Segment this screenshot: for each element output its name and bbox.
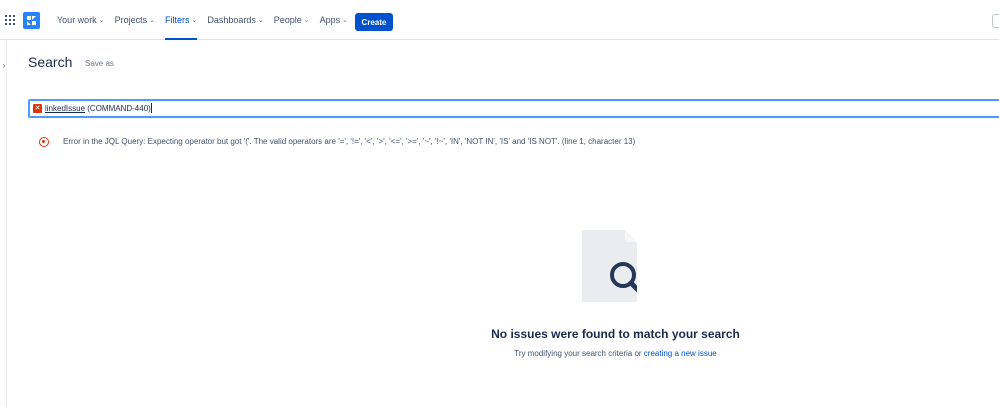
- nav-item-label: Filters: [164, 15, 190, 25]
- jql-query-input[interactable]: ✕ linkedIssue (COMMAND-440): [28, 99, 999, 118]
- nav-projects[interactable]: Projects ⌄: [115, 0, 155, 40]
- nav-dashboards[interactable]: Dashboards ⌄: [207, 0, 263, 40]
- page-title: Search: [28, 54, 73, 70]
- chevron-down-icon: ⌄: [191, 17, 198, 24]
- save-as-button[interactable]: Save as: [85, 59, 114, 68]
- create-new-issue-link[interactable]: creating a new issue: [644, 349, 717, 358]
- jql-arguments: (COMMAND-440): [85, 104, 151, 113]
- nav-filters[interactable]: Filters ⌄: [164, 0, 198, 40]
- nav-item-label: Apps: [319, 15, 341, 25]
- nav-item-label: Projects: [114, 15, 148, 25]
- chevron-down-icon: ⌄: [98, 17, 105, 24]
- empty-state-subtitle: Try modifying your search criteria or cr…: [0, 349, 999, 358]
- empty-state-title: No issues were found to match your searc…: [491, 327, 740, 341]
- nav-item-label: People: [273, 15, 302, 25]
- chevron-down-icon: ⌄: [303, 17, 310, 24]
- empty-state-subtitle-text: Try modifying your search criteria or: [514, 349, 644, 358]
- expand-sidebar-icon[interactable]: ›: [0, 59, 8, 71]
- jql-query-text[interactable]: linkedIssue (COMMAND-440): [45, 103, 152, 113]
- top-navigation: Your work ⌄ Projects ⌄ Filters ⌄ Dashboa…: [0, 0, 999, 40]
- chevron-down-icon: ⌄: [149, 17, 155, 24]
- jql-keyword: linkedIssue: [45, 104, 86, 113]
- app-switcher-icon[interactable]: [5, 15, 15, 25]
- jql-error-message: Error in the JQL Query: Expecting operat…: [63, 137, 636, 146]
- create-button[interactable]: Create: [355, 13, 393, 31]
- chevron-down-icon: ⌄: [342, 17, 349, 24]
- text-caret: [150, 103, 152, 113]
- chevron-down-icon: ⌄: [257, 17, 264, 24]
- jira-logo-icon[interactable]: [23, 12, 40, 29]
- nav-item-label: Dashboards: [207, 15, 256, 25]
- document-search-icon: [582, 230, 637, 302]
- nav-apps[interactable]: Apps ⌄: [320, 0, 348, 40]
- nav-people[interactable]: People ⌄: [274, 0, 310, 40]
- nav-menu: Your work ⌄ Projects ⌄ Filters ⌄ Dashboa…: [57, 0, 358, 40]
- error-icon: ✕: [33, 104, 42, 113]
- nav-your-work[interactable]: Your work ⌄: [57, 0, 105, 40]
- error-circle-icon: [39, 137, 49, 147]
- search-field-edge[interactable]: [992, 14, 999, 28]
- nav-item-label: Your work: [57, 15, 97, 25]
